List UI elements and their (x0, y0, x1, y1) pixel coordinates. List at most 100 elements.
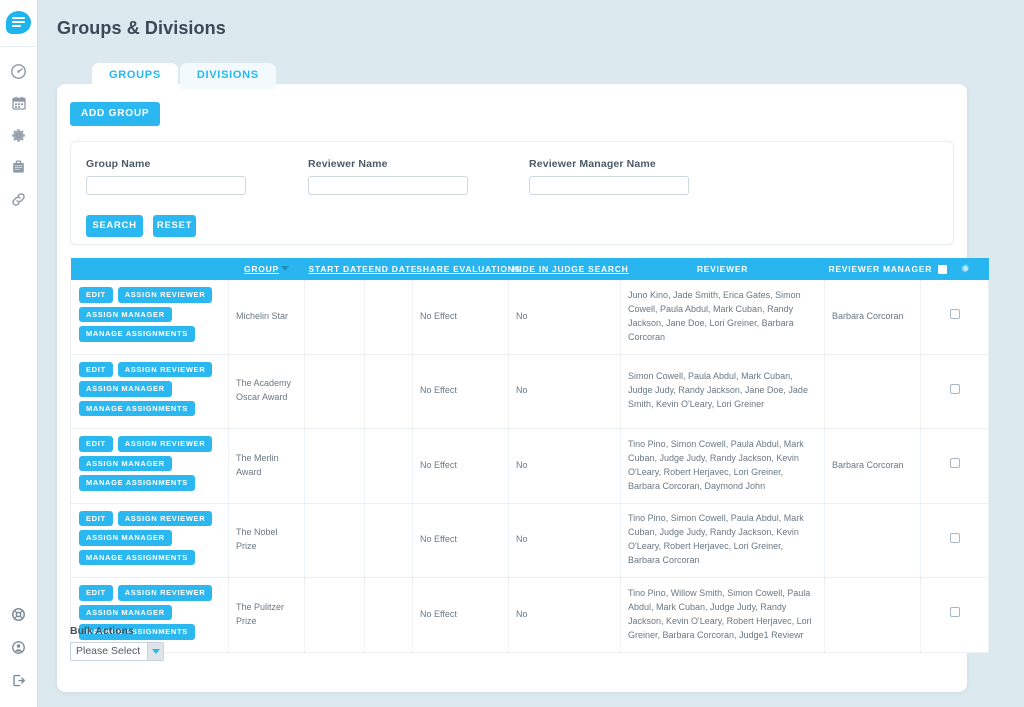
th-actions (70, 258, 229, 280)
tab-divisions[interactable]: DIVISIONS (179, 63, 276, 89)
th-group-label[interactable]: GROUP (244, 264, 279, 274)
row-checkbox[interactable] (949, 607, 960, 618)
cell-reviewer-manager: Barbara Corcoran (824, 428, 921, 504)
table-row: EDIT ASSIGN REVIEWER ASSIGN MANAGER MANAGE … (70, 354, 989, 429)
table-settings-gear-icon[interactable] (960, 263, 971, 276)
sidebar-item-dashboard[interactable] (0, 55, 38, 87)
table-header: GROUP START DATE END DATE SHARE EVALUATI… (70, 258, 989, 280)
cell-share-evaluations: No Effect (412, 503, 509, 578)
assign-manager-button[interactable]: ASSIGN MANAGER (79, 306, 172, 322)
table-body: EDIT ASSIGN REVIEWER ASSIGN MANAGER MANAGE … (70, 280, 989, 653)
cell-reviewer: Tino Pino, Simon Cowell, Paula Abdul, Ma… (620, 428, 825, 504)
tab-groups[interactable]: GROUPS (92, 63, 178, 89)
group-name-input[interactable] (86, 176, 246, 195)
sidebar-bottom-nav (0, 598, 38, 707)
row-checkbox[interactable] (949, 532, 960, 543)
assign-manager-button[interactable]: ASSIGN MANAGER (79, 604, 172, 620)
cell-end-date (364, 428, 413, 504)
assign-manager-button[interactable]: ASSIGN MANAGER (79, 381, 172, 397)
cell-reviewer-manager: Barbara Corcoran (824, 280, 921, 355)
cell-hide-in-judge-search: No (508, 503, 621, 578)
cell-row-select (920, 280, 989, 355)
manage-assignments-button[interactable]: MANAGE ASSIGNMENTS (79, 326, 195, 342)
cell-share-evaluations: No Effect (412, 428, 509, 504)
cell-reviewer: Juno Kino, Jade Smith, Erica Gates, Simo… (620, 280, 825, 355)
th-hide-in-judge-search[interactable]: HIDE IN JUDGE SEARCH (508, 258, 628, 280)
assign-reviewer-button[interactable]: ASSIGN REVIEWER (117, 436, 213, 452)
th-start-date-label[interactable]: START DATE (309, 264, 369, 274)
th-share-evaluations-label[interactable]: SHARE EVALUATIONS (417, 264, 522, 274)
th-hide-in-judge-search-label[interactable]: HIDE IN JUDGE SEARCH (513, 264, 629, 274)
sidebar-item-settings[interactable] (0, 119, 38, 151)
cell-end-date (364, 503, 413, 578)
cell-start-date (304, 503, 365, 578)
cell-end-date (364, 354, 413, 429)
gear-settings-icon (12, 128, 25, 142)
sidebar-item-help[interactable] (0, 598, 38, 631)
assign-manager-button[interactable]: ASSIGN MANAGER (79, 530, 172, 546)
row-checkbox[interactable] (949, 309, 960, 320)
search-filter-panel: Group Name Reviewer Name Reviewer Manage… (70, 141, 954, 245)
bulk-actions-section: Bulk Actions Please Select (70, 625, 164, 661)
cell-reviewer-manager (824, 354, 921, 429)
th-reviewer-manager-label: REVIEWER MANAGER (828, 264, 933, 274)
sidebar-item-calendar[interactable] (0, 87, 38, 119)
sidebar-logo[interactable] (0, 0, 38, 47)
th-group[interactable]: GROUP (228, 258, 305, 280)
cell-start-date (304, 280, 365, 355)
sidebar-item-clipboard[interactable] (0, 151, 38, 183)
assign-manager-button[interactable]: ASSIGN MANAGER (79, 455, 172, 471)
th-start-date[interactable]: START DATE (304, 258, 368, 280)
chat-bubble-menu-icon (6, 10, 31, 36)
cell-hide-in-judge-search: No (508, 354, 621, 429)
assign-reviewer-button[interactable]: ASSIGN REVIEWER (117, 361, 213, 377)
cell-share-evaluations: No Effect (412, 354, 509, 429)
cell-reviewer-manager (824, 503, 921, 578)
th-end-date[interactable]: END DATE (364, 258, 417, 280)
add-group-button[interactable]: ADD GROUP (70, 102, 161, 126)
edit-button[interactable]: EDIT (79, 361, 113, 377)
cell-group: The Academy Oscar Award (228, 354, 305, 429)
edit-button[interactable]: EDIT (79, 287, 113, 303)
row-actions-cell: EDIT ASSIGN REVIEWER ASSIGN MANAGER MANAGE … (70, 280, 229, 355)
assign-reviewer-button[interactable]: ASSIGN REVIEWER (117, 585, 213, 601)
cell-group: The Merlin Award (228, 428, 305, 504)
cell-share-evaluations: No Effect (412, 577, 509, 653)
sidebar-item-account[interactable] (0, 631, 38, 664)
cell-row-select (920, 577, 989, 653)
lifebuoy-help-icon (12, 608, 25, 621)
sidebar-item-links[interactable] (0, 183, 38, 215)
clipboard-icon (13, 160, 24, 173)
manage-assignments-button[interactable]: MANAGE ASSIGNMENTS (79, 400, 195, 416)
edit-button[interactable]: EDIT (79, 510, 113, 526)
cell-reviewer: Simon Cowell, Paula Abdul, Mark Cuban, J… (620, 354, 825, 429)
reset-button[interactable]: RESET (153, 215, 196, 237)
reviewer-manager-name-input[interactable] (529, 176, 689, 195)
edit-button[interactable]: EDIT (79, 436, 113, 452)
assign-reviewer-button[interactable]: ASSIGN REVIEWER (117, 510, 213, 526)
manage-assignments-button[interactable]: MANAGE ASSIGNMENTS (79, 475, 195, 491)
reviewer-name-input[interactable] (308, 176, 468, 195)
manage-assignments-button[interactable]: MANAGE ASSIGNMENTS (79, 549, 195, 565)
main-content-card: ADD GROUP Group Name Reviewer Name Revie… (57, 84, 989, 692)
edit-button[interactable]: EDIT (79, 585, 113, 601)
row-checkbox[interactable] (949, 458, 960, 469)
th-share-evaluations[interactable]: SHARE EVALUATIONS (412, 258, 520, 280)
select-all-checkbox[interactable] (938, 264, 948, 274)
th-reviewer-manager: REVIEWER MANAGER (824, 258, 931, 280)
cell-start-date (304, 577, 365, 653)
user-account-icon (12, 641, 25, 654)
sidebar (0, 0, 38, 707)
bulk-actions-select[interactable]: Please Select (70, 642, 164, 661)
search-button[interactable]: SEARCH (86, 215, 143, 237)
group-name-field: Group Name (86, 158, 246, 195)
row-checkbox[interactable] (949, 383, 960, 394)
th-end-date-label[interactable]: END DATE (369, 264, 418, 274)
chevron-down-icon[interactable] (147, 643, 163, 660)
assign-reviewer-button[interactable]: ASSIGN REVIEWER (117, 287, 213, 303)
logout-arrow-icon (12, 674, 25, 687)
cell-row-select (920, 428, 989, 504)
row-actions-cell: EDIT ASSIGN REVIEWER ASSIGN MANAGER MANAGE … (70, 428, 229, 504)
sidebar-item-logout[interactable] (0, 664, 38, 697)
table-row: EDIT ASSIGN REVIEWER ASSIGN MANAGER MANAGE … (70, 503, 989, 578)
